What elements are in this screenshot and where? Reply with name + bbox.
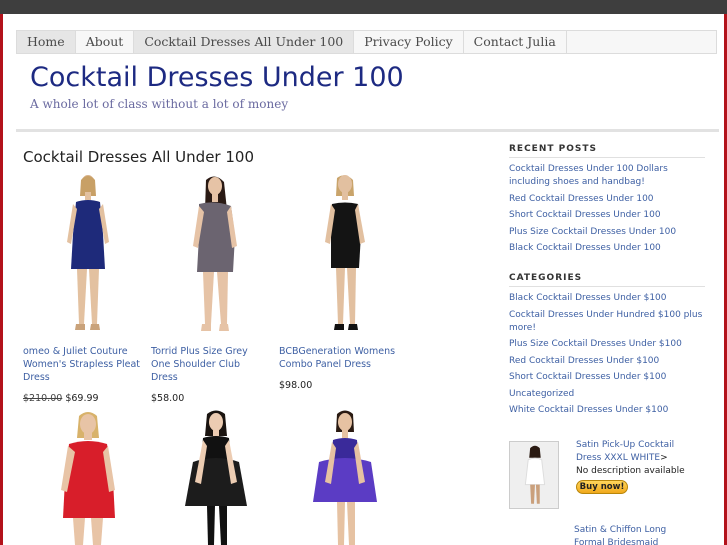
product-image[interactable]: [23, 174, 143, 339]
product-title[interactable]: BCBGeneration Womens Combo Panel Dress: [279, 345, 397, 371]
recent-post-link[interactable]: Red Cocktail Dresses Under 100: [509, 193, 705, 206]
nav-cocktail-dresses-all[interactable]: Cocktail Dresses All Under 100: [134, 31, 355, 53]
categories-widget: CATEGORIES Black Cocktail Dresses Under …: [509, 273, 705, 417]
browser-top-strip: [0, 0, 727, 14]
product-image[interactable]: [151, 410, 271, 545]
categories-title: CATEGORIES: [509, 273, 705, 287]
product-price: $58.00: [151, 393, 185, 404]
category-link[interactable]: Uncategorized: [509, 388, 705, 401]
nav-privacy-policy[interactable]: Privacy Policy: [354, 31, 464, 53]
nav-about[interactable]: About: [76, 31, 135, 53]
product-card: Torrid Plus Size Grey One Shoulder Club …: [151, 174, 271, 404]
recent-posts-widget: RECENT POSTS Cocktail Dresses Under 100 …: [509, 144, 705, 255]
recent-post-link[interactable]: Black Cocktail Dresses Under 100: [509, 242, 705, 255]
product-old-price: $210.00: [23, 393, 63, 404]
product-image[interactable]: [23, 410, 143, 545]
header-divider: [16, 129, 719, 132]
recent-post-link[interactable]: Plus Size Cocktail Dresses Under 100: [509, 226, 705, 239]
category-link[interactable]: Short Cocktail Dresses Under $100: [509, 371, 705, 384]
nav-home[interactable]: Home: [17, 31, 76, 53]
page: Home About Cocktail Dresses All Under 10…: [3, 14, 724, 545]
product-sale-price: $69.99: [65, 393, 99, 404]
product-image[interactable]: [151, 174, 271, 339]
category-link[interactable]: Black Cocktail Dresses Under $100: [509, 292, 705, 305]
category-link[interactable]: Cocktail Dresses Under Hundred $100 plus…: [509, 309, 705, 335]
product-image[interactable]: [279, 410, 399, 545]
ad-description: No description available: [576, 466, 685, 476]
recent-posts-title: RECENT POSTS: [509, 144, 705, 158]
category-link[interactable]: White Cocktail Dresses Under $100: [509, 404, 705, 417]
site-tagline: A whole lot of class without a lot of mo…: [30, 97, 289, 111]
product-card: BCBGeneration Womens Combo Panel Dress $…: [279, 174, 399, 391]
product-title[interactable]: omeo & Juliet Couture Women's Strapless …: [23, 345, 141, 384]
product-card: omeo & Juliet Couture Women's Strapless …: [23, 174, 143, 404]
buy-now-button[interactable]: Buy now!: [576, 480, 628, 494]
ad-product-image[interactable]: [509, 441, 559, 509]
nav-contact-julia[interactable]: Contact Julia: [464, 31, 567, 53]
category-link[interactable]: Red Cocktail Dresses Under $100: [509, 355, 705, 368]
category-link[interactable]: Plus Size Cocktail Dresses Under $100: [509, 338, 705, 351]
recent-post-link[interactable]: Short Cocktail Dresses Under 100: [509, 209, 705, 222]
ad-title-link[interactable]: Satin & Chiffon Long Formal Bridesmaid: [574, 524, 684, 545]
product-title[interactable]: Torrid Plus Size Grey One Shoulder Club …: [151, 345, 269, 384]
product-price: $98.00: [279, 380, 313, 391]
main-nav: Home About Cocktail Dresses All Under 10…: [16, 30, 717, 54]
product-price: $210.00 $69.99: [23, 393, 143, 404]
page-title: Cocktail Dresses All Under 100: [23, 148, 254, 166]
product-image[interactable]: [279, 174, 399, 339]
ad-arrow: >: [660, 453, 668, 463]
sidebar: RECENT POSTS Cocktail Dresses Under 100 …: [509, 144, 705, 435]
site-title[interactable]: Cocktail Dresses Under 100: [30, 62, 404, 93]
recent-post-link[interactable]: Cocktail Dresses Under 100 Dollars inclu…: [509, 163, 705, 189]
